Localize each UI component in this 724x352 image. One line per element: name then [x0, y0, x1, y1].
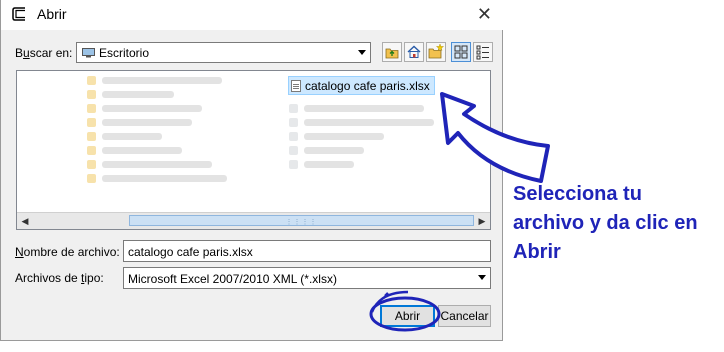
list-item[interactable]: [289, 159, 354, 169]
desktop-icon: [82, 48, 95, 58]
window-icon: [12, 7, 25, 21]
list-item[interactable]: [87, 145, 182, 155]
title-bar: Abrir ✕: [1, 0, 504, 30]
new-folder-icon: [428, 43, 445, 59]
chevron-down-icon[interactable]: [358, 50, 366, 55]
file-type-label: Archivos de tipo:: [15, 271, 104, 285]
annotation-text: Selecciona tu archivo y da clic en Abrir: [513, 183, 698, 263]
cancel-button[interactable]: Cancelar: [438, 305, 491, 327]
list-item[interactable]: [87, 103, 202, 113]
details-view-button[interactable]: [473, 42, 493, 62]
spreadsheet-file-icon: [291, 79, 301, 92]
file-type-value: Microsoft Excel 2007/2010 XML (*.xlsx): [128, 272, 337, 286]
list-item[interactable]: [87, 159, 212, 169]
list-item[interactable]: [289, 131, 384, 141]
up-folder-button[interactable]: [382, 42, 402, 62]
scroll-left-icon[interactable]: ◀: [18, 214, 32, 228]
list-item[interactable]: [87, 131, 162, 141]
list-item[interactable]: [87, 173, 227, 183]
scroll-thumb[interactable]: ⋮⋮⋮⋮: [129, 215, 474, 226]
file-name-label: Nombre de archivo:: [15, 245, 120, 259]
open-button[interactable]: Abrir: [380, 305, 435, 327]
thumbnails-view-icon: [454, 45, 468, 59]
up-folder-icon: [385, 48, 399, 59]
list-item[interactable]: [87, 89, 174, 99]
list-item[interactable]: [87, 75, 222, 85]
list-item[interactable]: [289, 145, 364, 155]
home-button[interactable]: [404, 42, 424, 62]
file-name-input[interactable]: catalogo cafe paris.xlsx: [123, 240, 491, 262]
list-item[interactable]: [289, 103, 424, 113]
close-button[interactable]: ✕: [477, 4, 492, 25]
look-in-label: Buscar en:: [15, 46, 73, 60]
open-file-dialog: Abrir ✕ Buscar en: Escritorio ◀ ⋮⋮⋮⋮ ▶ c…: [0, 0, 504, 341]
look-in-value: Escritorio: [99, 46, 150, 60]
thumbnails-view-button[interactable]: [451, 42, 471, 62]
file-name-value: catalogo cafe paris.xlsx: [128, 245, 253, 259]
list-item[interactable]: [87, 117, 192, 127]
window-title: Abrir: [37, 6, 67, 22]
home-icon: [407, 45, 421, 58]
selected-file-item[interactable]: catalogo cafe paris.xlsx: [288, 76, 435, 95]
details-view-icon: [476, 45, 489, 60]
list-item[interactable]: [289, 117, 434, 127]
horizontal-scrollbar[interactable]: ◀ ⋮⋮⋮⋮ ▶: [17, 212, 490, 229]
new-folder-button[interactable]: [426, 42, 446, 62]
look-in-dropdown[interactable]: Escritorio: [76, 42, 371, 63]
file-type-dropdown[interactable]: Microsoft Excel 2007/2010 XML (*.xlsx): [123, 267, 491, 289]
scroll-right-icon[interactable]: ▶: [475, 214, 489, 228]
chevron-down-icon[interactable]: [478, 275, 486, 280]
selected-file-name: catalogo cafe paris.xlsx: [305, 78, 430, 93]
